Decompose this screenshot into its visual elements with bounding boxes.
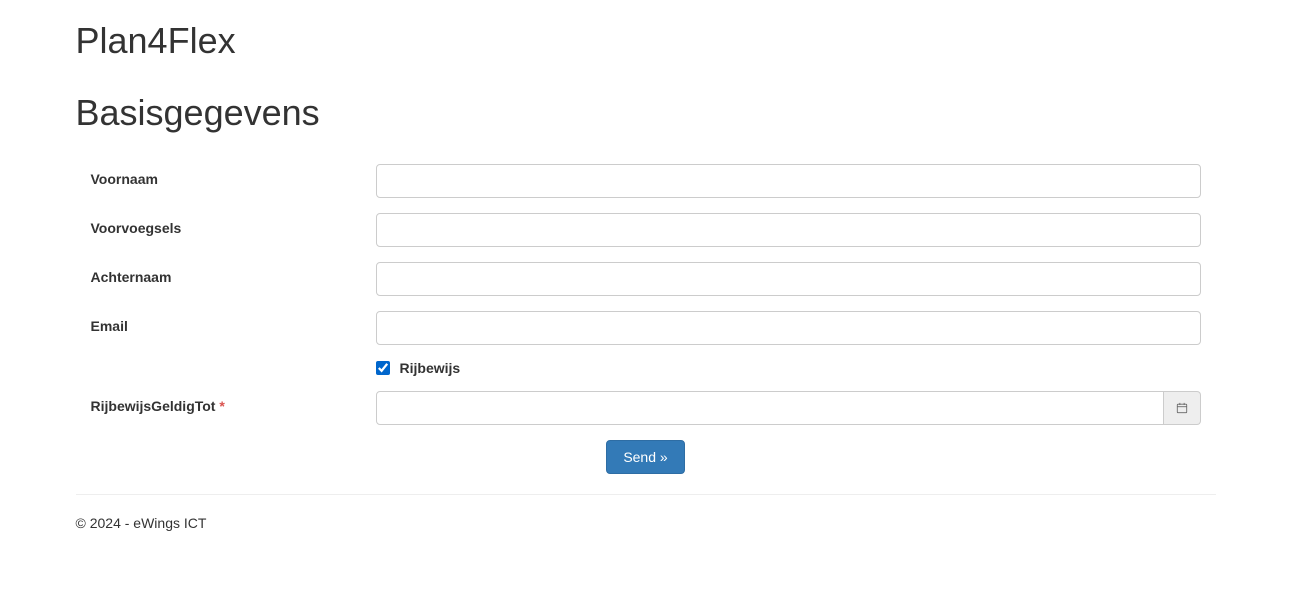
page-title: Plan4Flex [76,20,1216,62]
rijbewijsgeldigtot-input[interactable] [376,391,1164,425]
footer-text: © 2024 - eWings ICT [76,515,1216,551]
required-star: * [219,398,224,414]
achternaam-input[interactable] [376,262,1201,296]
email-label: Email [76,311,361,334]
email-input[interactable] [376,311,1201,345]
voornaam-input[interactable] [376,164,1201,198]
calendar-button[interactable] [1164,391,1201,425]
achternaam-label: Achternaam [76,262,361,285]
divider [76,494,1216,495]
voorvoegsels-input[interactable] [376,213,1201,247]
section-title: Basisgegevens [76,92,1216,134]
rijbewijs-checkbox[interactable] [376,361,390,375]
rijbewijsgeldigtot-label: RijbewijsGeldigTot * [76,391,361,414]
voornaam-label: Voornaam [76,164,361,187]
send-button[interactable]: Send » [606,440,684,474]
rijbewijs-label: Rijbewijs [400,360,461,376]
calendar-icon [1176,402,1188,414]
voorvoegsels-label: Voorvoegsels [76,213,361,236]
